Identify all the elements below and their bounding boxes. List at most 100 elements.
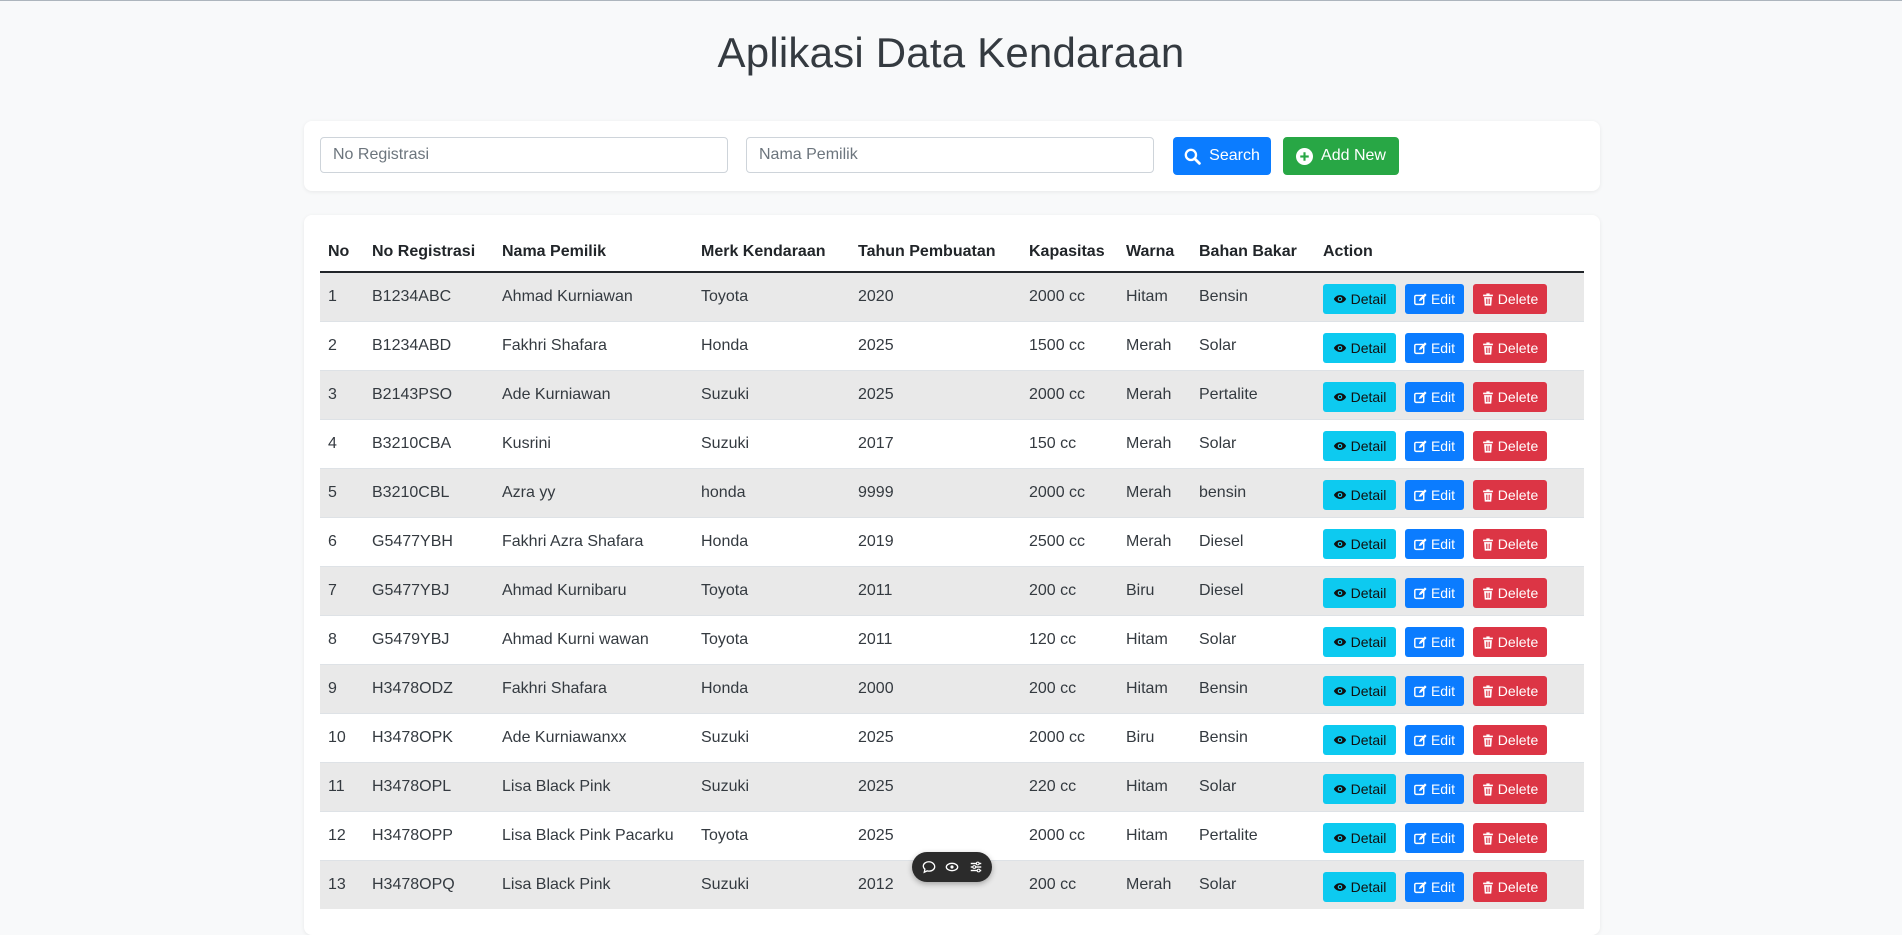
trash-icon <box>1482 537 1494 551</box>
edit-button[interactable]: Edit <box>1405 284 1464 314</box>
delete-button[interactable]: Delete <box>1473 872 1547 902</box>
table-row: 7 G5477YBJ Ahmad Kurnibaru Toyota 2011 200 cc… <box>320 566 1584 616</box>
edit-icon <box>1414 831 1427 845</box>
cell-owner-name: Fakhri Shafara <box>494 321 693 371</box>
cell-engine-capacity: 220 cc <box>1021 762 1118 812</box>
cell-actions: Detail Edit Delete <box>1315 321 1584 371</box>
comment-icon[interactable] <box>922 860 936 874</box>
cell-vehicle-brand: Suzuki <box>693 860 850 909</box>
edit-button[interactable]: Edit <box>1405 382 1464 412</box>
edit-button[interactable]: Edit <box>1405 333 1464 363</box>
edit-button[interactable]: Edit <box>1405 676 1464 706</box>
floating-toolbar <box>912 852 992 882</box>
menu-icon[interactable] <box>969 860 983 874</box>
edit-button-label: Edit <box>1430 732 1456 748</box>
detail-button-label: Detail <box>1350 683 1387 699</box>
delete-button-label: Delete <box>1497 781 1539 797</box>
detail-button[interactable]: Detail <box>1323 774 1396 804</box>
search-button[interactable]: Search <box>1173 137 1271 175</box>
table-row: 4 B3210CBA Kusrini Suzuki 2017 150 cc Merah Sol… <box>320 419 1584 469</box>
table-row: 3 B2143PSO Ade Kurniawan Suzuki 2025 2000 cc M… <box>320 370 1584 420</box>
delete-button[interactable]: Delete <box>1473 529 1547 559</box>
edit-icon <box>1414 537 1427 551</box>
delete-button[interactable]: Delete <box>1473 431 1547 461</box>
detail-button[interactable]: Detail <box>1323 725 1396 755</box>
detail-button[interactable]: Detail <box>1323 872 1396 902</box>
cell-row-number: 5 <box>320 468 364 518</box>
edit-button[interactable]: Edit <box>1405 823 1464 853</box>
detail-button-label: Detail <box>1350 438 1387 454</box>
registration-number-input[interactable] <box>320 137 728 173</box>
column-header: No <box>320 233 364 273</box>
delete-button[interactable]: Delete <box>1473 627 1547 657</box>
cell-vehicle-brand: honda <box>693 468 850 518</box>
delete-button[interactable]: Delete <box>1473 774 1547 804</box>
edit-button-label: Edit <box>1430 291 1456 307</box>
detail-button-label: Detail <box>1350 634 1387 650</box>
add-new-button[interactable]: Add New <box>1283 137 1399 175</box>
delete-button-label: Delete <box>1497 291 1539 307</box>
cell-row-number: 8 <box>320 615 364 665</box>
table-row: 5 B3210CBL Azra yy honda 9999 2000 cc Merah ben… <box>320 468 1584 518</box>
column-header: Nama Pemilik <box>494 233 693 273</box>
cell-production-year: 2025 <box>850 713 1021 763</box>
edit-button[interactable]: Edit <box>1405 725 1464 755</box>
edit-icon <box>1414 390 1427 404</box>
eye-icon <box>1333 537 1347 551</box>
cell-fuel-type: Solar <box>1191 321 1315 371</box>
detail-button[interactable]: Detail <box>1323 284 1396 314</box>
cell-owner-name: Ahmad Kurni wawan <box>494 615 693 665</box>
edit-button[interactable]: Edit <box>1405 529 1464 559</box>
eye-icon <box>1333 439 1347 453</box>
delete-button[interactable]: Delete <box>1473 676 1547 706</box>
detail-button[interactable]: Detail <box>1323 627 1396 657</box>
detail-button[interactable]: Detail <box>1323 823 1396 853</box>
cell-production-year: 2025 <box>850 370 1021 420</box>
detail-button[interactable]: Detail <box>1323 382 1396 412</box>
detail-button[interactable]: Detail <box>1323 676 1396 706</box>
trash-icon <box>1482 782 1494 796</box>
edit-icon <box>1414 733 1427 747</box>
edit-button-label: Edit <box>1430 340 1456 356</box>
delete-button[interactable]: Delete <box>1473 284 1547 314</box>
eye-slash-icon[interactable] <box>945 860 959 874</box>
detail-button[interactable]: Detail <box>1323 431 1396 461</box>
edit-button[interactable]: Edit <box>1405 872 1464 902</box>
edit-icon <box>1414 439 1427 453</box>
table-body: 1 B1234ABC Ahmad Kurniawan Toyota 2020 2000 c… <box>320 271 1584 909</box>
edit-icon <box>1414 684 1427 698</box>
edit-button[interactable]: Edit <box>1405 578 1464 608</box>
eye-icon <box>1333 488 1347 502</box>
cell-fuel-type: Pertalite <box>1191 811 1315 861</box>
detail-button[interactable]: Detail <box>1323 333 1396 363</box>
edit-button[interactable]: Edit <box>1405 627 1464 657</box>
cell-vehicle-brand: Suzuki <box>693 762 850 812</box>
delete-button[interactable]: Delete <box>1473 480 1547 510</box>
detail-button[interactable]: Detail <box>1323 480 1396 510</box>
cell-production-year: 2017 <box>850 419 1021 469</box>
delete-button[interactable]: Delete <box>1473 725 1547 755</box>
delete-button[interactable]: Delete <box>1473 578 1547 608</box>
delete-button[interactable]: Delete <box>1473 823 1547 853</box>
eye-icon <box>1333 390 1347 404</box>
detail-button[interactable]: Detail <box>1323 529 1396 559</box>
owner-name-input[interactable] <box>746 137 1154 173</box>
cell-owner-name: Azra yy <box>494 468 693 518</box>
cell-owner-name: Lisa Black Pink <box>494 860 693 909</box>
cell-vehicle-brand: Suzuki <box>693 419 850 469</box>
delete-button[interactable]: Delete <box>1473 382 1547 412</box>
search-card: Search Add New <box>304 121 1600 191</box>
cell-registration-number: B1234ABD <box>364 321 494 371</box>
table-card: No No Registrasi Nama Pemilik Merk Kenda… <box>304 215 1600 935</box>
cell-actions: Detail Edit Delete <box>1315 713 1584 763</box>
edit-icon <box>1414 782 1427 796</box>
delete-button[interactable]: Delete <box>1473 333 1547 363</box>
cell-row-number: 2 <box>320 321 364 371</box>
cell-row-number: 1 <box>320 271 364 322</box>
detail-button[interactable]: Detail <box>1323 578 1396 608</box>
edit-button[interactable]: Edit <box>1405 774 1464 804</box>
edit-button[interactable]: Edit <box>1405 480 1464 510</box>
cell-vehicle-brand: Toyota <box>693 271 850 322</box>
column-header: Bahan Bakar <box>1191 233 1315 273</box>
edit-button[interactable]: Edit <box>1405 431 1464 461</box>
